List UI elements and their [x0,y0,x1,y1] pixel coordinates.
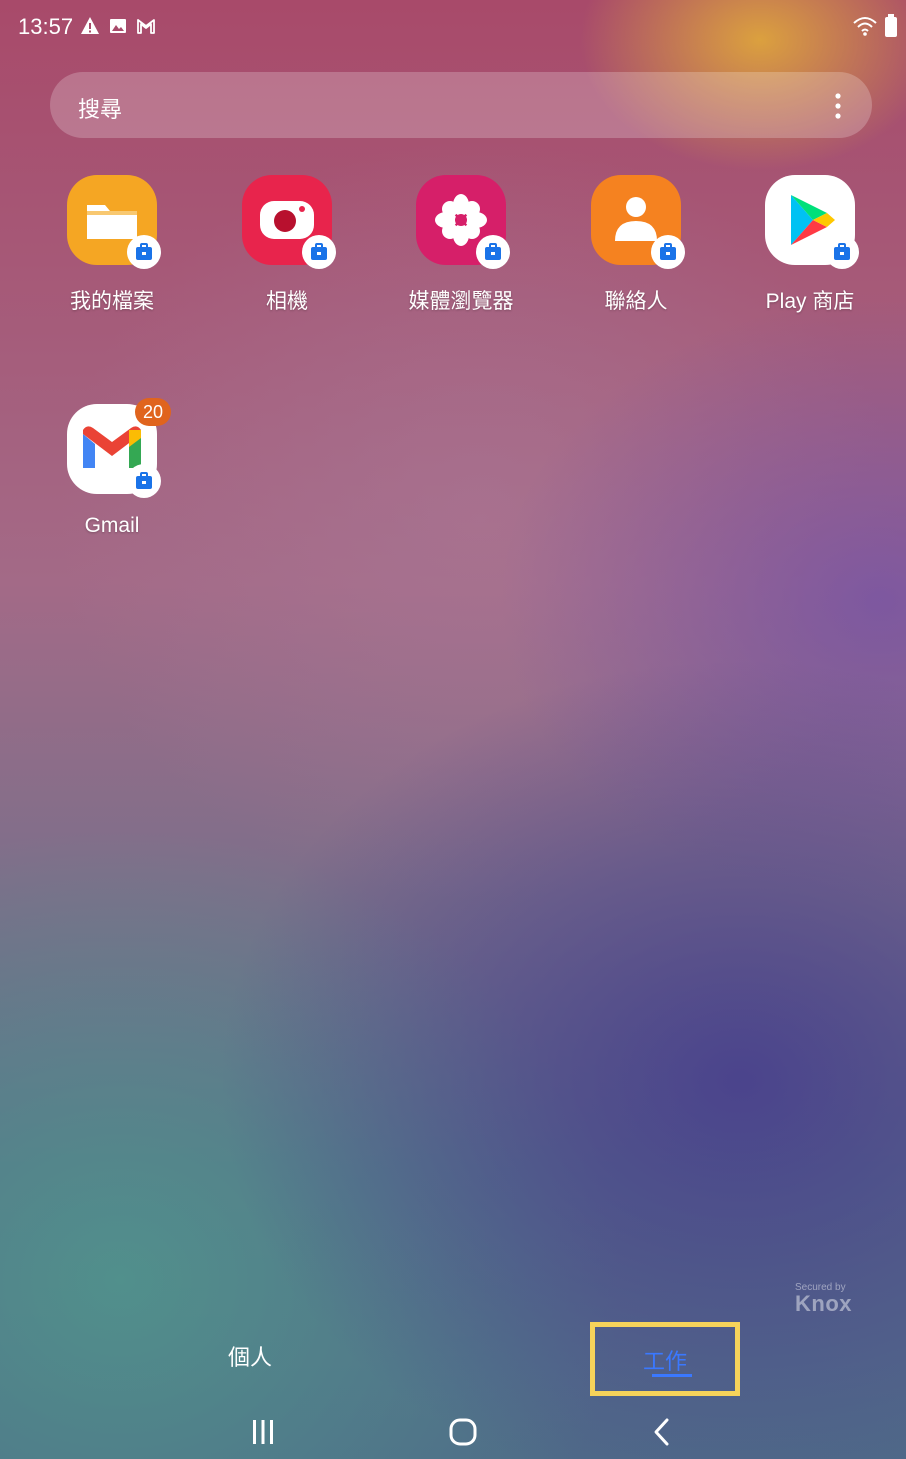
knox-logo: Secured by Knox [795,1282,852,1317]
home-icon[interactable] [443,1412,483,1452]
app-media-browser[interactable]: 媒體瀏覽器 [391,175,531,315]
warning-icon [81,17,99,34]
app-play-store[interactable]: Play 商店 [740,175,880,315]
search-bar[interactable]: 搜尋 [50,72,872,138]
work-profile-badge-icon [825,235,859,269]
more-vert-icon[interactable] [828,90,848,122]
app-label: 媒體瀏覽器 [408,290,514,313]
recents-icon[interactable] [243,1412,283,1452]
work-profile-badge-icon [302,235,336,269]
media-browser-icon [416,175,510,269]
tab-work-indicator [652,1374,692,1377]
play-store-icon [765,175,859,269]
app-label: 聯絡人 [604,290,668,313]
notification-count-badge: 20 [135,398,171,426]
app-contacts[interactable]: 聯絡人 [566,175,706,315]
camera-icon [242,175,336,269]
app-my-files[interactable]: 我的檔案 [42,175,182,315]
app-label: 我的檔案 [70,290,154,313]
tab-work-label: 工作 [642,1349,687,1374]
app-camera[interactable]: 相機 [217,175,357,315]
search-label: 搜尋 [78,97,123,122]
work-profile-badge-icon [476,235,510,269]
gmail-notification-icon [137,19,155,34]
app-label: 相機 [266,290,308,313]
work-profile-badge-icon [651,235,685,269]
status-time: 13:57 [18,14,74,39]
app-gmail[interactable]: 20 Gmail [42,398,182,538]
work-profile-badge-icon [127,464,161,498]
home-screen: 13:57 搜尋 我的檔案 相機 媒體瀏覽器 聯絡人 Play 商店 20 Gm… [0,0,906,1459]
app-label: Play 商店 [765,290,855,313]
image-icon [110,19,126,33]
contacts-icon [591,175,685,269]
status-bar: 13:57 [0,0,906,52]
wifi-icon [853,17,877,36]
tab-work[interactable]: 工作 [590,1322,740,1396]
back-icon[interactable] [642,1412,682,1452]
my-files-icon [67,175,161,269]
gmail-icon: 20 [67,398,171,498]
tab-personal[interactable]: 個人 [200,1340,300,1372]
knox-wordmark: Knox [795,1291,852,1316]
battery-icon [885,14,897,37]
app-label: Gmail [84,514,140,537]
work-profile-badge-icon [127,235,161,269]
